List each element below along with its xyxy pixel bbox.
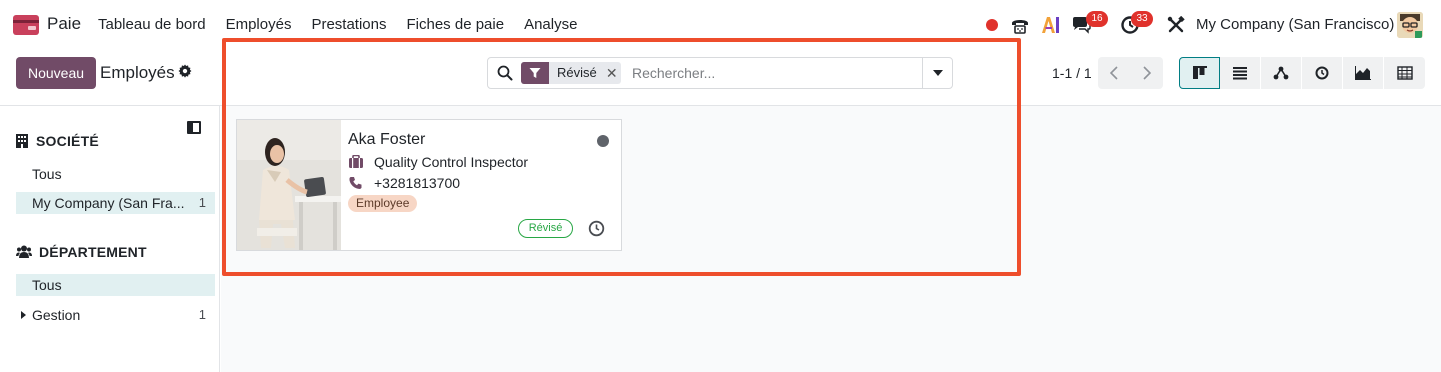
list-icon [1233, 67, 1247, 80]
search-icon[interactable] [497, 65, 515, 83]
menu-item-analysis[interactable]: Analyse [524, 16, 577, 33]
view-kanban-button[interactable] [1179, 57, 1220, 89]
search-panel-sidebar: SOCIÉTÉ Tous My Company (San Fra... 1 DÉ… [0, 106, 220, 372]
department-item-label: Tous [32, 277, 62, 293]
employee-phone[interactable]: +3281813700 [374, 175, 460, 191]
company-item-label: Tous [32, 166, 62, 182]
gear-icon[interactable] [178, 64, 194, 80]
search-options-toggle[interactable] [922, 58, 952, 88]
recording-indicator-icon[interactable] [986, 19, 998, 31]
page-title: Employés [100, 63, 175, 82]
menu-item-employees[interactable]: Employés [226, 16, 292, 33]
company-item-all[interactable]: Tous [16, 163, 215, 185]
employee-kanban-card[interactable]: Aka Foster Quality Control Inspector +32… [236, 119, 622, 251]
view-pivot-button[interactable] [1384, 57, 1425, 89]
caret-right-icon[interactable] [21, 311, 26, 319]
company-item-label: My Company (San Fra... [32, 195, 185, 211]
payroll-app-icon[interactable] [13, 15, 39, 35]
view-hierarchy-button[interactable] [1261, 57, 1302, 89]
pager-buttons [1098, 57, 1163, 89]
employee-photo [237, 120, 341, 250]
revised-badge: Révisé [518, 219, 573, 238]
company-item-count: 1 [198, 195, 206, 210]
activities-badge: 33 [1131, 11, 1153, 27]
ai-icon[interactable] [1040, 14, 1062, 36]
company-switcher[interactable]: My Company (San Francisco) [1196, 16, 1394, 33]
briefcase-icon [349, 155, 363, 168]
chevron-right-icon [1143, 66, 1151, 80]
main-menu: Tableau de bord Employés Prestations Fic… [98, 16, 597, 33]
pager-previous-button[interactable] [1098, 57, 1131, 89]
messages-badge: 16 [1086, 11, 1108, 27]
hierarchy-icon [1273, 66, 1289, 80]
company-section-title: SOCIÉTÉ [36, 133, 99, 149]
tools-icon[interactable] [1165, 14, 1187, 36]
app-name[interactable]: Paie [47, 14, 81, 34]
activity-clock-icon[interactable] [588, 220, 605, 237]
view-list-button[interactable] [1220, 57, 1261, 89]
caret-down-icon [932, 70, 943, 76]
user-avatar[interactable] [1397, 12, 1423, 38]
search-facet: Révisé ✕ [521, 62, 621, 84]
search-bar: Révisé ✕ [487, 57, 953, 89]
employee-name: Aka Foster [348, 131, 426, 148]
department-item-count: 1 [198, 307, 206, 322]
users-icon [16, 245, 32, 259]
new-button[interactable]: Nouveau [16, 57, 96, 89]
clock-icon [1315, 66, 1329, 80]
view-graph-button[interactable] [1343, 57, 1384, 89]
department-section-title: DÉPARTEMENT [39, 244, 147, 260]
sidebar-collapse-icon[interactable] [187, 121, 201, 134]
menu-item-dashboard[interactable]: Tableau de bord [98, 16, 206, 33]
employee-phone-line: +3281813700 [348, 175, 460, 191]
menu-item-benefits[interactable]: Prestations [311, 16, 386, 33]
view-activity-button[interactable] [1302, 57, 1343, 89]
building-icon [16, 134, 30, 148]
company-item-my-company[interactable]: My Company (San Fra... 1 [16, 192, 215, 214]
kanban-icon [1192, 66, 1207, 79]
view-switcher [1179, 57, 1425, 89]
department-item-all[interactable]: Tous [16, 274, 215, 296]
facet-label: Révisé [557, 65, 597, 80]
employee-job-title: Quality Control Inspector [374, 154, 529, 170]
employee-tag: Employee [348, 195, 418, 212]
phone-icon [349, 177, 362, 189]
menu-item-payslips[interactable]: Fiches de paie [407, 16, 505, 33]
search-input[interactable] [632, 62, 918, 84]
pager-value[interactable]: 1-1 / 1 [1052, 65, 1092, 81]
phone-icon[interactable] [1009, 14, 1031, 36]
facet-remove-icon[interactable]: ✕ [603, 62, 621, 84]
department-item-label: Gestion [32, 307, 81, 323]
pager-next-button[interactable] [1131, 57, 1164, 89]
department-item-gestion[interactable]: Gestion 1 [16, 304, 215, 326]
filter-icon [521, 62, 549, 84]
pivot-table-icon [1396, 66, 1413, 80]
area-chart-icon [1355, 66, 1371, 80]
presence-status-icon [597, 135, 609, 147]
chevron-left-icon [1110, 66, 1118, 80]
employee-job-line: Quality Control Inspector [348, 154, 528, 170]
top-navbar: Paie Tableau de bord Employés Prestation… [0, 0, 1441, 50]
